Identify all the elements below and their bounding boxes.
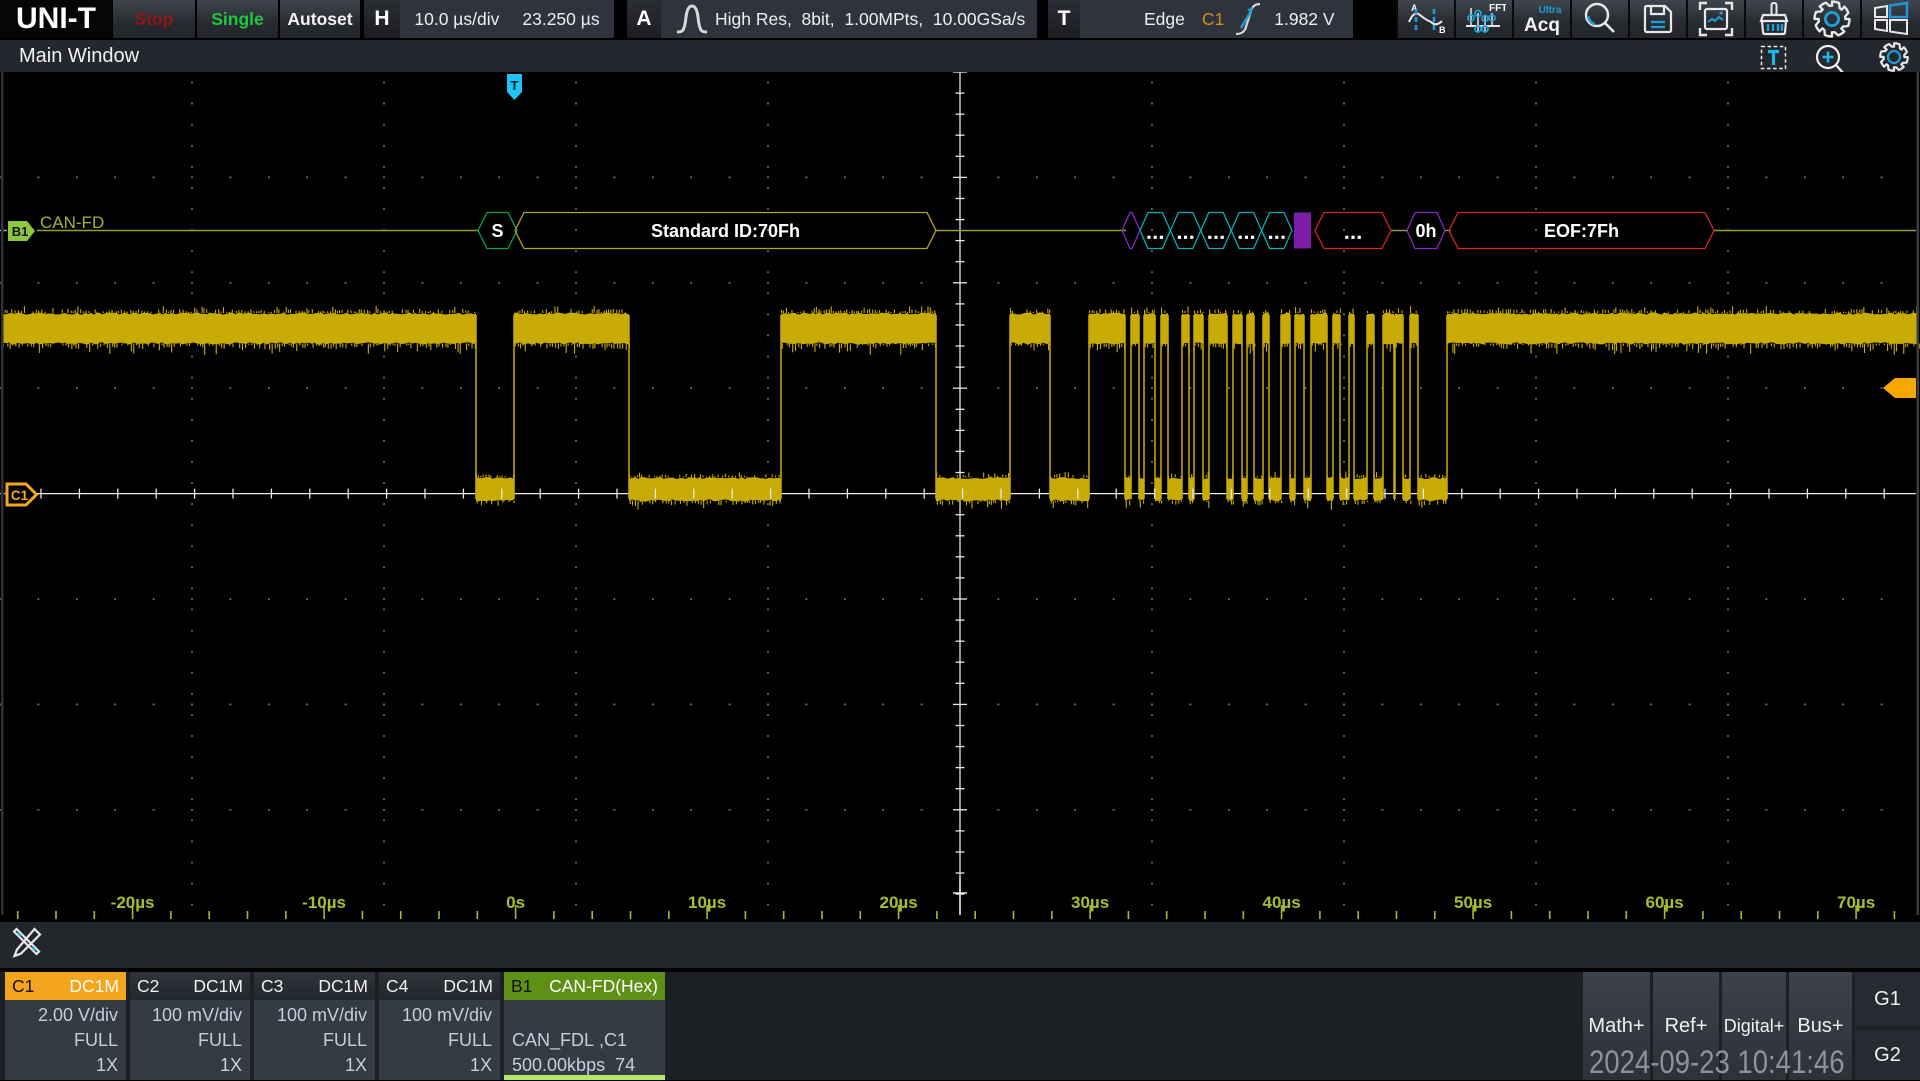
svg-text:Acq: Acq [1524, 15, 1560, 36]
svg-text:CAN-FD: CAN-FD [40, 213, 104, 232]
svg-text:0h: 0h [1415, 221, 1436, 241]
svg-text:S: S [491, 221, 503, 241]
svg-text:FFT: FFT [1489, 3, 1506, 14]
svg-text:EOF:7Fh: EOF:7Fh [1544, 221, 1619, 241]
svg-text:T: T [511, 78, 519, 93]
svg-text:B1: B1 [12, 224, 29, 239]
svg-text:Standard ID:70Fh: Standard ID:70Fh [651, 221, 800, 241]
svg-text:B: B [1439, 25, 1446, 35]
svg-text:C1: C1 [11, 488, 29, 503]
